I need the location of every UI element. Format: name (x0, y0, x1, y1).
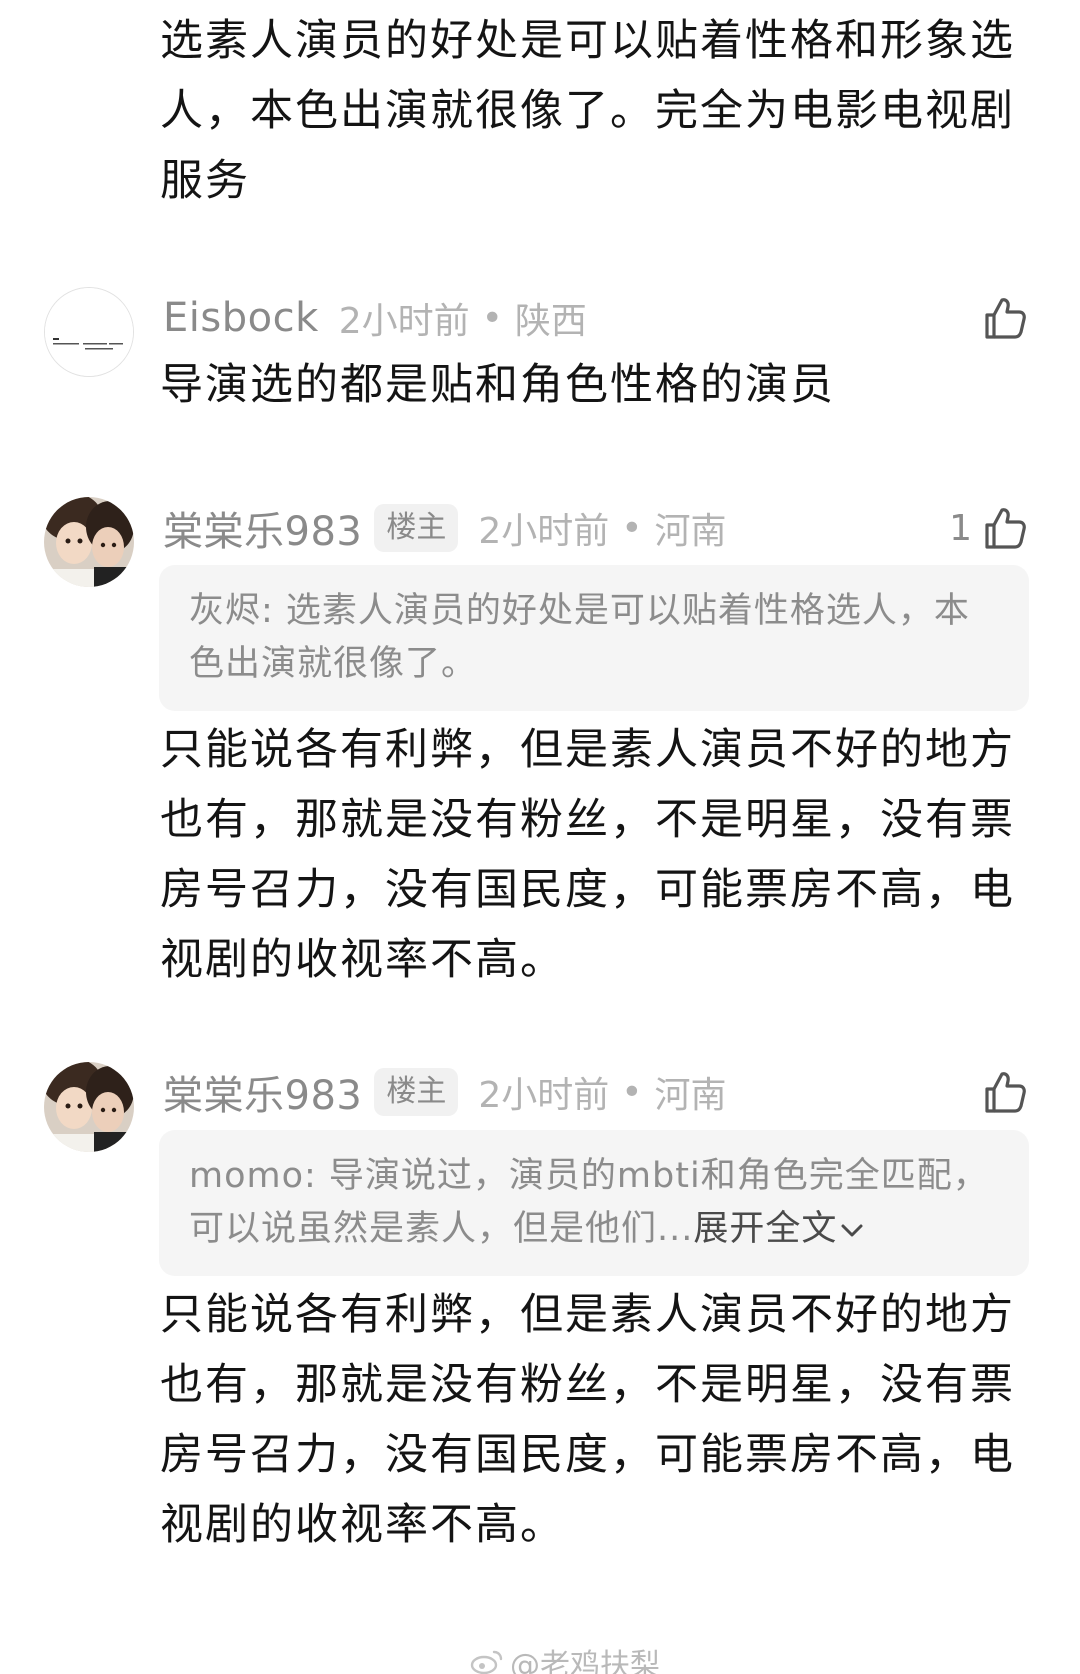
avatar-image (45, 288, 133, 376)
like-button[interactable]: 1 (949, 500, 1028, 556)
like-button[interactable] (982, 290, 1028, 346)
separator-dot: • (621, 1071, 643, 1113)
op-badge: 楼主 (374, 504, 459, 552)
comment-text-top: 选素人演员的好处是可以贴着性格和形象选人，本色出演就很像了。完全为电影电视剧服务 (160, 16, 1015, 206)
comment-meta: Eisbock 2小时前 • 陕西 (163, 290, 587, 346)
avatar[interactable] (44, 1062, 134, 1152)
comment-meta: 棠棠乐983 楼主 2小时前 • 河南 (163, 500, 727, 556)
timestamp: 2小时前 (338, 301, 470, 342)
separator-dot: • (481, 297, 503, 339)
timestamp: 2小时前 (478, 511, 610, 552)
quoted-reply-text: 灰烬: 选素人演员的好处是可以贴着性格选人，本色出演就很像了。 (189, 591, 970, 684)
comment-meta: 棠棠乐983 楼主 2小时前 • 河南 (163, 1064, 727, 1120)
quoted-reply-text: momo: 导演说过，演员的mbti和角色完全匹配，可以说虽然是素人，但是他们.… (189, 1156, 989, 1249)
chevron-down-icon (841, 1224, 863, 1237)
like-button[interactable] (982, 1064, 1028, 1120)
username[interactable]: Eisbock (163, 295, 319, 341)
avatar-image (44, 497, 134, 587)
quoted-reply[interactable]: 灰烬: 选素人演员的好处是可以贴着性格选人，本色出演就很像了。 (159, 565, 1029, 711)
avatar[interactable] (44, 287, 134, 377)
comment-text: 只能说各有利弊，但是素人演员不好的地方也有，那就是没有粉丝，不是明星，没有票房号… (160, 1290, 1015, 1550)
region: 河南 (654, 1075, 727, 1116)
like-count: 1 (949, 507, 972, 549)
username[interactable]: 棠棠乐983 (163, 1063, 362, 1121)
expand-full-text-link[interactable]: 展开全文 (693, 1209, 865, 1249)
comment-text: 导演选的都是贴和角色性格的演员 (160, 360, 835, 410)
quoted-reply[interactable]: momo: 导演说过，演员的mbti和角色完全匹配，可以说虽然是素人，但是他们.… (159, 1130, 1029, 1276)
weibo-logo-icon (470, 1650, 503, 1674)
watermark: @老鸡扶梨 (470, 1640, 660, 1674)
expand-label: 展开全文 (693, 1209, 838, 1249)
separator-dot: • (621, 507, 643, 549)
region: 河南 (654, 511, 727, 552)
thumbs-up-icon (985, 1072, 1026, 1113)
watermark-text: @老鸡扶梨 (510, 1648, 660, 1674)
thumbs-up-icon (985, 298, 1026, 339)
op-badge: 楼主 (374, 1068, 459, 1116)
comment-text: 只能说各有利弊，但是素人演员不好的地方也有，那就是没有粉丝，不是明星，没有票房号… (160, 725, 1015, 985)
timestamp: 2小时前 (478, 1075, 610, 1116)
comment-thread: 选素人演员的好处是可以贴着性格和形象选人，本色出演就很像了。完全为电影电视剧服务… (0, 0, 1080, 1674)
avatar-image (44, 1062, 134, 1152)
region: 陕西 (514, 301, 587, 342)
avatar[interactable] (44, 497, 134, 587)
username[interactable]: 棠棠乐983 (163, 499, 362, 557)
thumbs-up-icon (985, 508, 1026, 549)
